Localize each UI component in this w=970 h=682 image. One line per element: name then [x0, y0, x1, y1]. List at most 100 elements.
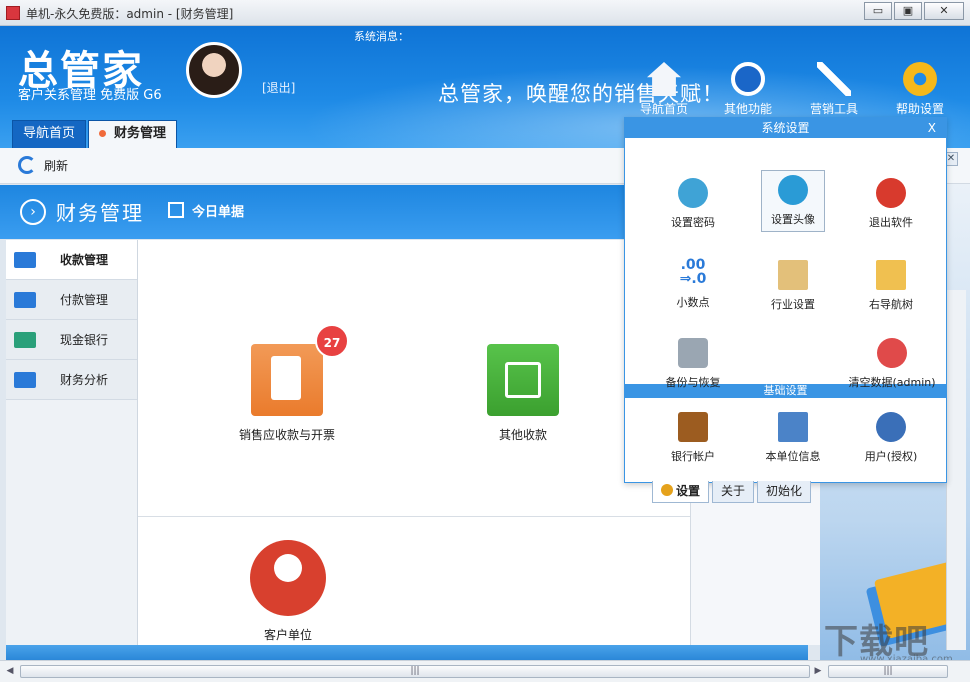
popup-header: 系统设置 X	[625, 118, 946, 138]
grip-icon: |||	[883, 666, 893, 676]
scroll-right-arrow-icon[interactable]: ▶	[812, 665, 824, 678]
backup-icon	[678, 338, 708, 368]
nav-home-label: 导航首页	[639, 102, 688, 116]
item-label: 设置头像	[771, 213, 815, 226]
tab-finance[interactable]: 财务管理	[88, 120, 178, 148]
nav-help-settings[interactable]: 帮助设置	[882, 62, 958, 117]
scroll-thumb-right[interactable]: |||	[828, 665, 948, 678]
item-label: 设置密码	[671, 216, 715, 229]
decimal-item[interactable]: .00 ⇒.0 小数点	[643, 258, 743, 310]
tile-label: 其他收款	[498, 428, 547, 442]
building-icon	[778, 412, 808, 442]
workspace: 27 销售应收款与开票 其他收款 客户单位	[138, 240, 690, 645]
tile-other-receipts[interactable]: 其他收款	[458, 344, 588, 443]
menu-item-label: 收款管理	[60, 253, 109, 267]
system-settings-grid: 设置密码 设置头像 退出软件 .00 ⇒.0 小数点 行业设置 右导航树 备份与…	[625, 138, 946, 389]
system-message-label: 系统消息：	[354, 30, 409, 43]
right-mini-strip	[946, 290, 966, 650]
exit-software-item[interactable]: 退出软件	[841, 178, 941, 230]
menu-item-receipts[interactable]: 收款管理	[6, 240, 137, 280]
company-info-item[interactable]: 本单位信息	[743, 412, 843, 464]
tab-about[interactable]: 关于	[712, 481, 755, 503]
avatar-set-icon	[778, 175, 808, 205]
home-icon	[647, 62, 681, 96]
divider	[138, 516, 690, 517]
active-dot-icon	[99, 130, 107, 137]
scroll-thumb[interactable]: |||	[20, 665, 810, 678]
item-label: 备份与恢复	[665, 376, 721, 389]
payment-icon	[14, 291, 36, 308]
tab-label: 设置	[676, 484, 701, 498]
tile-sales-receivables[interactable]: 27 销售应收款与开票	[212, 324, 362, 443]
industry-settings-item[interactable]: 行业设置	[743, 260, 843, 312]
compass-icon	[731, 62, 765, 96]
item-label: 本单位信息	[765, 450, 821, 463]
cash-register-icon: 27	[251, 324, 349, 416]
tile-label: 客户单位	[263, 628, 312, 642]
tab-settings[interactable]: 设置	[652, 481, 710, 503]
tile-customer-units[interactable]: 客户单位	[228, 540, 348, 643]
item-label: 用户(授权)	[864, 450, 918, 463]
module-arrow-icon[interactable]: ›	[20, 199, 46, 225]
base-settings-grid: 银行帐户 本单位信息 用户(授权)	[625, 398, 946, 482]
set-password-item[interactable]: 设置密码	[643, 178, 743, 230]
user-key-icon	[876, 412, 906, 442]
clear-icon	[877, 338, 907, 368]
user-auth-item[interactable]: 用户(授权)	[841, 412, 941, 464]
edit-plus-icon	[487, 344, 559, 416]
popup-close-button[interactable]: X	[928, 118, 936, 138]
item-label: 小数点	[676, 296, 710, 309]
item-label: 行业设置	[771, 298, 815, 311]
menu-item-payments[interactable]: 付款管理	[6, 280, 137, 320]
notification-badge: 27	[315, 324, 349, 358]
window-titlebar: 单机-永久免费版：admin - [财务管理] ▭ ▣ ✕	[0, 0, 970, 26]
item-label: 右导航树	[869, 298, 913, 311]
tile-label: 销售应收款与开票	[238, 428, 335, 442]
password-icon	[678, 178, 708, 208]
menu-item-label: 付款管理	[60, 293, 109, 307]
scroll-left-arrow-icon[interactable]: ◀	[4, 665, 16, 678]
nav-help-label: 帮助设置	[895, 102, 944, 116]
tab-finance-label: 财务管理	[114, 126, 167, 141]
status-strip	[6, 645, 808, 660]
avatar[interactable]	[186, 42, 242, 98]
set-avatar-item[interactable]: 设置头像	[761, 170, 825, 232]
menu-item-label: 财务分析	[60, 373, 109, 387]
close-button[interactable]: ✕	[924, 2, 964, 20]
tab-nav-home[interactable]: 导航首页	[12, 120, 87, 148]
backup-restore-item[interactable]: 备份与恢复	[643, 338, 743, 390]
nav-other-functions[interactable]: 其他功能	[710, 62, 786, 117]
industry-icon	[778, 260, 808, 290]
wallet-icon	[678, 412, 708, 442]
bank-icon	[14, 331, 36, 348]
menu-item-analysis[interactable]: 财务分析	[6, 360, 137, 400]
nav-marketing-tools[interactable]: 营销工具	[796, 62, 872, 117]
grip-icon: |||	[410, 666, 420, 676]
customer-person-icon	[250, 540, 326, 616]
nav-other-label: 其他功能	[723, 102, 772, 116]
horizontal-scrollbar[interactable]: ◀ ||| ▶ |||	[0, 660, 970, 682]
power-icon	[876, 178, 906, 208]
bank-account-item[interactable]: 银行帐户	[643, 412, 743, 464]
nav-home[interactable]: 导航首页	[626, 62, 702, 117]
menu-item-cash-bank[interactable]: 现金银行	[6, 320, 137, 360]
refresh-button[interactable]: 刷新	[18, 156, 68, 174]
right-nav-tree-item[interactable]: 右导航树	[841, 260, 941, 312]
receipt-icon	[14, 251, 36, 268]
popup-title: 系统设置	[761, 121, 810, 135]
today-docs-link[interactable]: 今日单据	[192, 201, 244, 220]
window-title: 单机-永久免费版：admin - [财务管理]	[26, 7, 234, 21]
minimize-button[interactable]: ▭	[864, 2, 892, 20]
calendar-icon	[168, 202, 184, 218]
clear-data-item[interactable]: 清空数据(admin)	[837, 338, 947, 390]
app-subtitle: 客户关系管理 免费版 G6	[18, 88, 162, 103]
tab-initialize[interactable]: 初始化	[757, 481, 812, 503]
tab-bar: 导航首页 财务管理	[12, 120, 179, 148]
gear-icon	[661, 484, 673, 496]
refresh-label: 刷新	[44, 158, 69, 173]
logout-link[interactable]: [退出]	[262, 79, 295, 96]
left-menu: 收款管理 付款管理 现金银行 财务分析	[6, 240, 138, 645]
system-settings-popup: 系统设置 X 设置密码 设置头像 退出软件 .00 ⇒.0 小数点 行业设置 右…	[624, 117, 947, 483]
item-label: 银行帐户	[671, 450, 715, 463]
maximize-button[interactable]: ▣	[894, 2, 922, 20]
